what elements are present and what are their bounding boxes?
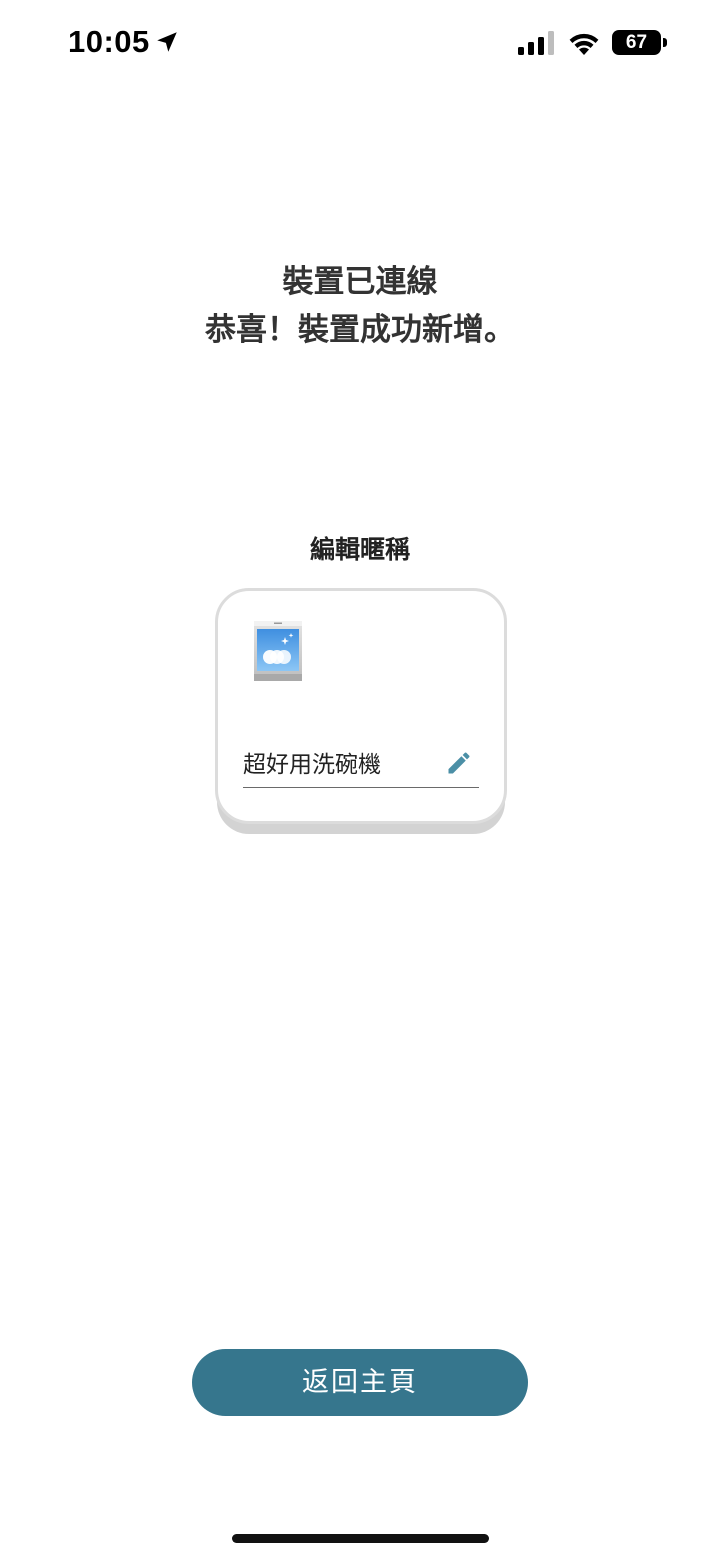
battery-icon: 67: [612, 30, 668, 56]
home-indicator[interactable]: [232, 1534, 489, 1543]
wifi-icon: [569, 33, 599, 55]
return-home-button[interactable]: 返回主頁: [192, 1349, 528, 1416]
connection-headline: 裝置已連線 恭喜！裝置成功新增。: [0, 258, 720, 354]
edit-nickname-label: 編輯暱稱: [309, 535, 410, 564]
status-time: 10:05: [68, 24, 150, 59]
nickname-field[interactable]: 超好用洗碗機: [243, 741, 479, 788]
battery-tip: [663, 38, 667, 47]
cellular-signal-icon: [518, 31, 554, 55]
device-card: 超好用洗碗機: [215, 588, 507, 824]
headline-line-connected: 裝置已連線: [282, 264, 438, 300]
dishwasher-icon: [254, 621, 302, 681]
pencil-icon[interactable]: [445, 749, 473, 777]
nickname-value[interactable]: 超好用洗碗機: [243, 745, 381, 779]
battery-level: 67: [612, 30, 661, 55]
status-bar: 10:05 67: [0, 0, 720, 90]
headline-line-success: 恭喜！裝置成功新增。: [205, 312, 515, 348]
location-arrow-icon: [157, 32, 177, 52]
